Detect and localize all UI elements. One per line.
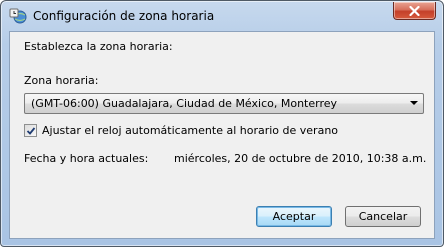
- close-icon: [409, 5, 420, 16]
- window-title: Configuración de zona horaria: [33, 9, 215, 23]
- timezone-label: Zona horaria:: [24, 74, 99, 87]
- current-datetime-value: miércoles, 20 de octubre de 2010, 10:38 …: [174, 152, 427, 165]
- dst-checkbox[interactable]: [24, 124, 37, 137]
- dst-label[interactable]: Ajustar el reloj automáticamente al hora…: [42, 124, 338, 137]
- checkmark-icon: [26, 127, 36, 135]
- clock-globe-icon: [9, 8, 27, 24]
- intro-text: Establezca la zona horaria:: [24, 40, 173, 53]
- current-datetime-label: Fecha y hora actuales:: [24, 152, 149, 165]
- timezone-select[interactable]: (GMT-06:00) Guadalajara, Ciudad de Méxic…: [24, 93, 424, 114]
- timezone-selected-value: (GMT-06:00) Guadalajara, Ciudad de Méxic…: [31, 97, 338, 110]
- chevron-down-icon: [410, 101, 418, 105]
- timezone-dialog: Configuración de zona horaria Establezca…: [0, 0, 444, 247]
- title-bar[interactable]: Configuración de zona horaria: [1, 1, 443, 31]
- dialog-body: Establezca la zona horaria: Zona horaria…: [9, 31, 435, 239]
- accept-button[interactable]: Aceptar: [256, 206, 332, 227]
- close-button[interactable]: [393, 2, 436, 20]
- cancel-button[interactable]: Cancelar: [345, 206, 421, 227]
